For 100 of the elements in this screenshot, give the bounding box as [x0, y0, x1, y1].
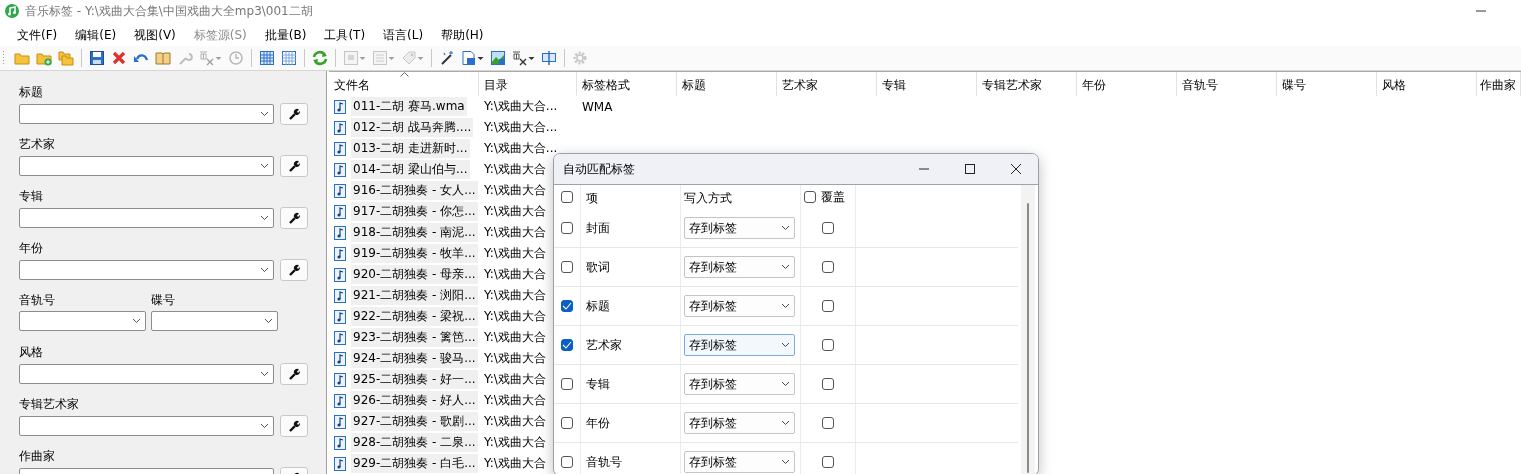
combo-box[interactable] [19, 104, 274, 124]
checkbox[interactable] [822, 300, 834, 312]
checkbox[interactable] [561, 300, 573, 312]
checkbox[interactable] [561, 339, 573, 351]
checkbox[interactable] [561, 456, 573, 468]
table-cell: Y:\戏曲大合 [484, 204, 546, 218]
music-file-icon [334, 204, 346, 219]
file-name[interactable]: 918-二胡独奏 - 南泥... [351, 223, 478, 242]
maximize-icon[interactable] [964, 163, 976, 175]
dropdown[interactable]: 存到标签 [684, 334, 795, 356]
column-header[interactable]: 文件名 [329, 72, 479, 96]
menu-item[interactable]: 工具(T) [317, 24, 373, 46]
file-name[interactable]: 011-二胡 赛马.wma [351, 97, 467, 116]
checkbox[interactable] [822, 222, 834, 234]
refresh-icon[interactable] [312, 50, 328, 66]
checkbox[interactable] [822, 378, 834, 390]
column-header[interactable]: 目录 [479, 72, 577, 96]
column-header[interactable]: 专辑 [877, 72, 977, 96]
column-header[interactable]: 标签格式 [577, 72, 677, 96]
combo-box[interactable] [151, 311, 278, 331]
file-name[interactable]: 917-二胡独奏 - 你怎... [351, 202, 478, 221]
combo-box[interactable] [19, 208, 274, 228]
menu-item[interactable]: 文件(F) [10, 24, 65, 46]
dropdown[interactable]: 存到标签 [684, 412, 795, 434]
grid-icon[interactable] [259, 50, 275, 66]
picture-save-icon[interactable] [490, 50, 506, 66]
file-name[interactable]: 928-二胡独奏 - 二泉... [351, 433, 478, 452]
menu-item[interactable]: 编辑(E) [68, 24, 124, 46]
chevron-down-icon [132, 318, 141, 324]
file-name[interactable]: 929-二胡独奏 - 白毛... [351, 454, 478, 473]
dropdown[interactable]: 存到标签 [684, 373, 795, 395]
checkbox[interactable] [822, 261, 834, 273]
column-header[interactable]: 写入方式 [681, 185, 801, 209]
item-label: 封面 [586, 219, 610, 237]
combo-box[interactable] [19, 156, 274, 176]
folder-add-icon[interactable] [36, 50, 52, 66]
wrench-button[interactable] [280, 415, 308, 437]
menu-item[interactable]: 帮助(H) [434, 24, 491, 46]
column-header[interactable]: 音轨号 [1177, 72, 1277, 96]
column-header[interactable]: 碟号 [1277, 72, 1377, 96]
dropdown[interactable]: 存到标签 [684, 256, 795, 278]
dropdown[interactable]: 存到标签 [684, 295, 795, 317]
table-icon[interactable] [281, 50, 297, 66]
checkbox[interactable] [561, 417, 573, 429]
dropdown[interactable]: 存到标签 [684, 217, 795, 239]
file-name[interactable]: 014-二胡 梁山伯与... [351, 160, 470, 179]
wrench-button[interactable] [280, 103, 308, 125]
file-name[interactable]: 013-二胡 走进新时... [351, 139, 470, 158]
delete-icon[interactable] [111, 50, 127, 66]
scrollbar-thumb[interactable] [1027, 203, 1029, 473]
checkbox[interactable] [561, 222, 573, 234]
column-header[interactable]: 项 [581, 185, 681, 209]
text-convert-icon[interactable] [512, 50, 528, 66]
file-name[interactable]: 923-二胡独奏 - 篱笆... [351, 328, 478, 347]
chevron-down-icon [781, 225, 790, 231]
wrench-button[interactable] [280, 259, 308, 281]
file-name[interactable]: 919-二胡独奏 - 牧羊... [351, 244, 478, 263]
file-name[interactable]: 924-二胡独奏 - 骏马... [351, 349, 478, 368]
checkbox[interactable] [561, 378, 573, 390]
combo-box[interactable] [19, 311, 146, 331]
checkbox[interactable] [804, 191, 816, 203]
dropdown[interactable]: 存到标签 [684, 451, 795, 473]
file-name[interactable]: 927-二胡独奏 - 歌剧... [351, 412, 478, 431]
checkbox[interactable] [561, 261, 573, 273]
file-name[interactable]: 916-二胡独奏 - 女人... [351, 181, 478, 200]
file-name[interactable]: 922-二胡独奏 - 梁祝... [351, 307, 478, 326]
magic-wand-icon[interactable] [439, 50, 455, 66]
checkbox[interactable] [822, 339, 834, 351]
checkbox[interactable] [822, 456, 834, 468]
file-name[interactable]: 925-二胡独奏 - 好一... [351, 370, 478, 389]
column-header[interactable]: 年份 [1077, 72, 1177, 96]
column-header[interactable]: 标题 [677, 72, 777, 96]
wrench-button[interactable] [280, 207, 308, 229]
file-name[interactable]: 921-二胡独奏 - 浏阳... [351, 286, 478, 305]
column-header[interactable]: 艺术家 [777, 72, 877, 96]
table-cell: Y:\戏曲大合 [484, 414, 546, 428]
file-name[interactable]: 920-二胡独奏 - 母亲... [351, 265, 478, 284]
combo-box[interactable] [19, 364, 274, 384]
checkbox[interactable] [561, 191, 573, 203]
column-header[interactable]: 专辑艺术家 [977, 72, 1077, 96]
file-name[interactable]: 926-二胡独奏 - 好人... [351, 391, 478, 410]
menu-item[interactable]: 视图(V) [127, 24, 183, 46]
combo-box[interactable] [19, 416, 274, 436]
column-header[interactable]: 作曲家 [1477, 72, 1521, 96]
close-icon[interactable] [1010, 163, 1022, 175]
table-cell: Y:\戏曲大合 [484, 288, 546, 302]
checkbox[interactable] [822, 417, 834, 429]
save-icon[interactable] [89, 50, 105, 66]
book-icon[interactable] [155, 50, 171, 66]
menu-item[interactable]: 批量(B) [257, 24, 314, 46]
column-header[interactable]: 覆盖 [821, 188, 845, 206]
menu-item[interactable]: 语言(L) [376, 24, 431, 46]
scrollbar[interactable] [1021, 185, 1035, 474]
wrench-button[interactable] [280, 155, 308, 177]
window-icon[interactable] [541, 50, 557, 66]
column-header[interactable]: 风格 [1377, 72, 1477, 96]
file-name[interactable]: 012-二胡 战马奔腾.... [351, 118, 474, 137]
document-save-icon[interactable] [461, 50, 477, 66]
wrench-button[interactable] [280, 363, 308, 385]
combo-box[interactable] [19, 260, 274, 280]
